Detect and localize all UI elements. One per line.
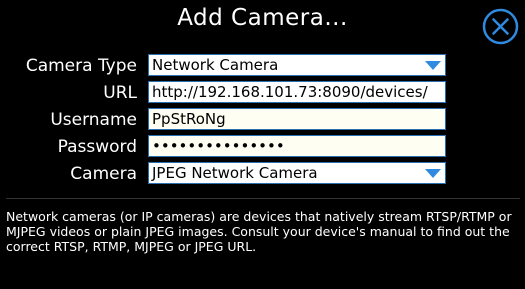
password-label: Password [57, 137, 137, 157]
camera-type-row: Camera Type Network Camera [0, 54, 525, 78]
description-text: Network cameras (or IP cameras) are devi… [6, 209, 512, 254]
url-label: URL [103, 83, 137, 103]
camera-label: Camera [70, 164, 137, 184]
dropdown-arrow-icon [425, 61, 441, 70]
divider [6, 198, 520, 199]
close-button[interactable] [482, 8, 519, 45]
password-input[interactable]: ••••••••••••••• [148, 135, 446, 157]
camera-type-select[interactable]: Network Camera [148, 54, 446, 76]
camera-type-label: Camera Type [25, 56, 137, 76]
username-row: Username PpStRoNg [0, 108, 525, 132]
camera-row: Camera JPEG Network Camera [0, 162, 525, 186]
close-icon [482, 8, 519, 45]
url-row: URL http://192.168.101.73:8090/devices/ [0, 81, 525, 105]
password-row: Password ••••••••••••••• [0, 135, 525, 159]
camera-value: JPEG Network Camera [152, 164, 318, 182]
camera-select[interactable]: JPEG Network Camera [148, 162, 446, 184]
username-label: Username [50, 110, 137, 130]
url-input[interactable]: http://192.168.101.73:8090/devices/ [148, 81, 446, 103]
username-input[interactable]: PpStRoNg [148, 108, 446, 130]
url-value: http://192.168.101.73:8090/devices/ [152, 83, 428, 101]
dialog-title: Add Camera... [177, 5, 348, 31]
dropdown-arrow-icon [425, 169, 441, 178]
camera-type-value: Network Camera [152, 56, 279, 74]
add-camera-dialog: Add Camera... Camera Type Network Camera… [0, 0, 525, 289]
username-value: PpStRoNg [152, 110, 226, 128]
password-value: ••••••••••••••• [152, 137, 285, 155]
